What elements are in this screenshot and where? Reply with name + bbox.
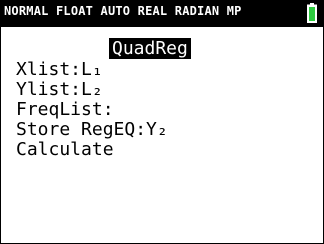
- status-bar: NORMAL FLOAT AUTO REAL RADIAN MP: [1, 1, 323, 27]
- store-regeq-field[interactable]: Store RegEQ:Y₂: [16, 120, 168, 140]
- battery-icon: [307, 3, 317, 23]
- freqlist-field[interactable]: FreqList:: [16, 100, 168, 120]
- regression-menu: Xlist:L₁ Ylist:L₂ FreqList: Store RegEQ:…: [16, 60, 168, 160]
- calculator-screen: NORMAL FLOAT AUTO REAL RADIAN MP QuadReg…: [0, 0, 324, 244]
- screen-title: QuadReg: [112, 38, 188, 59]
- screen-title-highlight: QuadReg: [109, 38, 191, 59]
- xlist-field[interactable]: Xlist:L₁: [16, 60, 168, 80]
- calculate-button[interactable]: Calculate: [16, 140, 168, 160]
- mode-status-text: NORMAL FLOAT AUTO REAL RADIAN MP: [4, 4, 242, 18]
- ylist-field[interactable]: Ylist:L₂: [16, 80, 168, 100]
